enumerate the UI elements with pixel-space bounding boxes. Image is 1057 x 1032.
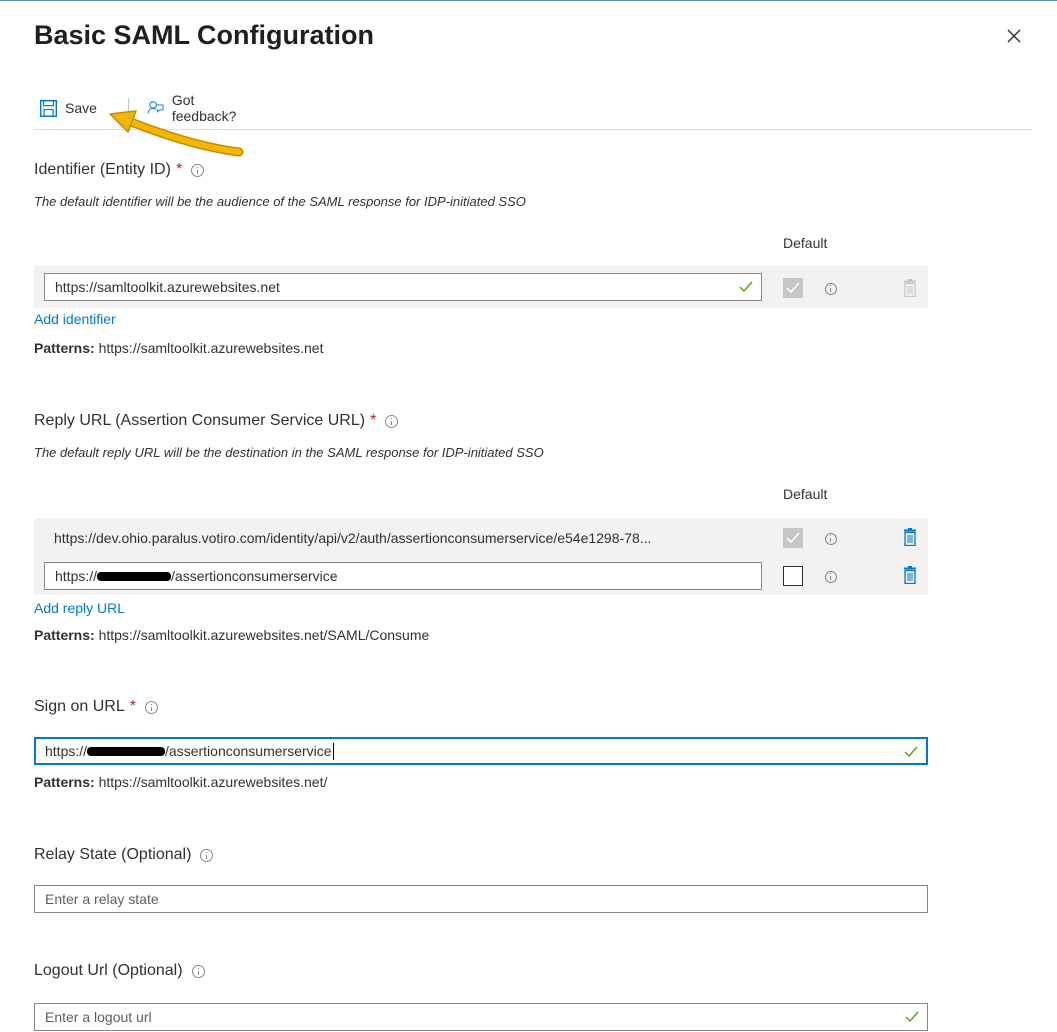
logout-url-input[interactable]: Enter a logout url (34, 1003, 928, 1031)
identifier-patterns: Patterns: https://samltoolkit.azurewebsi… (34, 340, 323, 356)
identifier-input-value: https://samltoolkit.azurewebsites.net (55, 279, 280, 295)
reply-url-label-text: Reply URL (Assertion Consumer Service UR… (34, 412, 366, 429)
reply-url-input[interactable]: https:// /assertionconsumerservice (44, 562, 762, 590)
identifier-label-text: Identifier (Entity ID) (34, 161, 171, 178)
info-icon[interactable] (825, 533, 837, 545)
patterns-value: https://samltoolkit.azurewebsites.net (98, 340, 324, 356)
page-title: Basic SAML Configuration (34, 20, 375, 50)
logout-url-label-text: Logout Url (Optional) (34, 962, 183, 979)
text-cursor (332, 742, 334, 760)
default-column-header: Default (783, 235, 828, 251)
reply-url-label: Reply URL (Assertion Consumer Service UR… (34, 412, 399, 430)
logout-url-label: Logout Url (Optional) (34, 962, 205, 980)
info-icon[interactable] (825, 571, 837, 583)
close-icon (1007, 29, 1021, 43)
valid-check-icon (739, 281, 753, 293)
checkmark-icon (786, 532, 800, 544)
redacted-text (97, 571, 172, 581)
identifier-input[interactable]: https://samltoolkit.azurewebsites.net (44, 273, 762, 301)
relay-state-label-text: Relay State (Optional) (34, 846, 192, 863)
checkmark-icon (786, 282, 800, 294)
sign-on-url-label: Sign on URL * (34, 698, 158, 716)
required-marker: * (175, 161, 183, 178)
close-button[interactable] (1002, 24, 1026, 48)
info-icon[interactable] (144, 700, 158, 714)
patterns-label: Patterns: (34, 627, 95, 643)
sign-on-url-patterns: Patterns: https://samltoolkit.azurewebsi… (34, 774, 327, 790)
save-icon (40, 99, 57, 117)
sign-on-url-input-suffix: /assertionconsumerservice (165, 743, 332, 759)
top-border (0, 0, 1057, 1)
reply-url-default-checkbox[interactable] (783, 566, 803, 586)
patterns-label: Patterns: (34, 774, 95, 790)
relay-state-input[interactable]: Enter a relay state (34, 885, 928, 913)
delete-icon[interactable] (903, 566, 917, 584)
delete-icon[interactable] (903, 279, 917, 297)
identifier-description: The default identifier will be the audie… (34, 194, 526, 209)
info-icon[interactable] (200, 848, 214, 862)
add-identifier-link[interactable]: Add identifier (34, 311, 116, 327)
patterns-value: https://samltoolkit.azurewebsites.net/ (98, 774, 328, 790)
relay-state-label: Relay State (Optional) (34, 846, 214, 864)
reply-url-input-prefix: https:// (55, 568, 98, 584)
info-icon[interactable] (825, 283, 837, 295)
valid-check-icon (905, 1011, 919, 1023)
relay-state-placeholder: Enter a relay state (45, 891, 159, 907)
sign-on-url-input-prefix: https:// (45, 743, 88, 759)
valid-check-icon (904, 746, 918, 758)
default-column-header: Default (783, 486, 828, 502)
reply-url-description: The default reply URL will be the destin… (34, 445, 544, 460)
reply-url-input-suffix: /assertionconsumerservice (171, 568, 338, 584)
sign-on-url-label-text: Sign on URL (34, 698, 125, 715)
annotation-arrow-icon (109, 110, 244, 157)
save-label: Save (65, 100, 97, 116)
redacted-text (87, 746, 166, 756)
required-marker: * (129, 698, 136, 715)
info-icon[interactable] (191, 163, 205, 177)
reply-url-patterns: Patterns: https://samltoolkit.azurewebsi… (34, 627, 429, 643)
save-button[interactable]: Save (40, 92, 97, 124)
delete-icon[interactable] (903, 528, 917, 546)
reply-url-value[interactable]: https://dev.ohio.paralus.votiro.com/iden… (54, 530, 651, 546)
patterns-label: Patterns: (34, 340, 95, 356)
info-icon[interactable] (385, 414, 399, 428)
add-reply-url-link[interactable]: Add reply URL (34, 600, 125, 616)
patterns-value: https://samltoolkit.azurewebsites.net/SA… (98, 627, 430, 643)
identifier-default-checkbox[interactable] (783, 278, 803, 298)
sign-on-url-input[interactable]: https:// /assertionconsumerservice (34, 737, 928, 765)
logout-url-placeholder: Enter a logout url (45, 1009, 152, 1025)
info-icon[interactable] (191, 964, 205, 978)
required-marker: * (370, 412, 377, 429)
identifier-label: Identifier (Entity ID) * (34, 161, 205, 179)
reply-url-default-checkbox[interactable] (783, 528, 803, 548)
